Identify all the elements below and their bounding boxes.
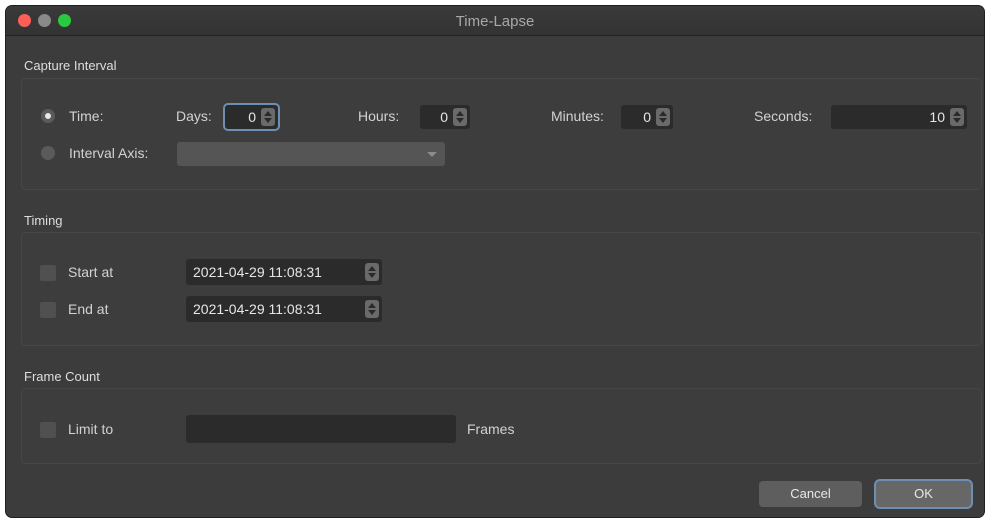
days-stepper-icon[interactable] <box>261 108 275 126</box>
limit-to-checkbox[interactable] <box>40 422 56 438</box>
title-bar: Time-Lapse <box>6 6 984 36</box>
start-at-datetime[interactable]: 2021-04-29 11:08:31 <box>186 259 382 285</box>
frame-count-heading: Frame Count <box>24 369 100 384</box>
interval-axis-dropdown[interactable] <box>177 142 445 166</box>
cancel-button[interactable]: Cancel <box>759 481 862 507</box>
end-at-stepper-icon[interactable] <box>365 300 379 318</box>
hours-label: Hours: <box>358 108 400 124</box>
end-at-label: End at <box>68 301 109 317</box>
seconds-spinbox[interactable]: 10 <box>831 105 967 129</box>
timing-group: Start at 2021-04-29 11:08:31 End at 2021… <box>21 232 982 346</box>
minutes-value: 0 <box>643 109 651 125</box>
interval-axis-label: Interval Axis: <box>69 145 149 161</box>
minutes-label: Minutes: <box>551 108 604 124</box>
window-title: Time-Lapse <box>455 13 535 30</box>
chevron-down-icon <box>427 152 437 157</box>
seconds-stepper-icon[interactable] <box>950 108 964 126</box>
time-lapse-dialog: Time-Lapse Capture Interval Time: Days: … <box>6 6 984 517</box>
frame-limit-input[interactable] <box>186 415 456 443</box>
capture-interval-group: Time: Days: 0 Hours: 0 Minutes: 0 Second… <box>21 78 982 190</box>
end-at-datetime[interactable]: 2021-04-29 11:08:31 <box>186 296 382 322</box>
seconds-value: 10 <box>929 109 945 125</box>
hours-spinbox[interactable]: 0 <box>420 105 470 129</box>
start-at-stepper-icon[interactable] <box>365 263 379 281</box>
ok-button[interactable]: OK <box>876 481 971 507</box>
hours-stepper-icon[interactable] <box>453 108 467 126</box>
frame-count-group: Limit to Frames <box>21 388 982 464</box>
frames-unit-label: Frames <box>467 421 515 437</box>
start-at-value: 2021-04-29 11:08:31 <box>193 264 322 280</box>
days-value: 0 <box>248 109 256 125</box>
time-radio-label: Time: <box>69 108 104 124</box>
time-radio[interactable] <box>41 109 55 123</box>
limit-to-label: Limit to <box>68 421 114 437</box>
hours-value: 0 <box>440 109 448 125</box>
end-at-value: 2021-04-29 11:08:31 <box>193 301 322 317</box>
minutes-spinbox[interactable]: 0 <box>621 105 673 129</box>
seconds-label: Seconds: <box>754 108 813 124</box>
days-spinbox[interactable]: 0 <box>225 105 278 129</box>
start-at-label: Start at <box>68 264 114 280</box>
timing-heading: Timing <box>24 213 63 228</box>
days-label: Days: <box>176 108 212 124</box>
interval-axis-radio[interactable] <box>41 146 55 160</box>
capture-interval-heading: Capture Interval <box>24 58 117 73</box>
end-at-checkbox[interactable] <box>40 302 56 318</box>
start-at-checkbox[interactable] <box>40 265 56 281</box>
minutes-stepper-icon[interactable] <box>656 108 670 126</box>
